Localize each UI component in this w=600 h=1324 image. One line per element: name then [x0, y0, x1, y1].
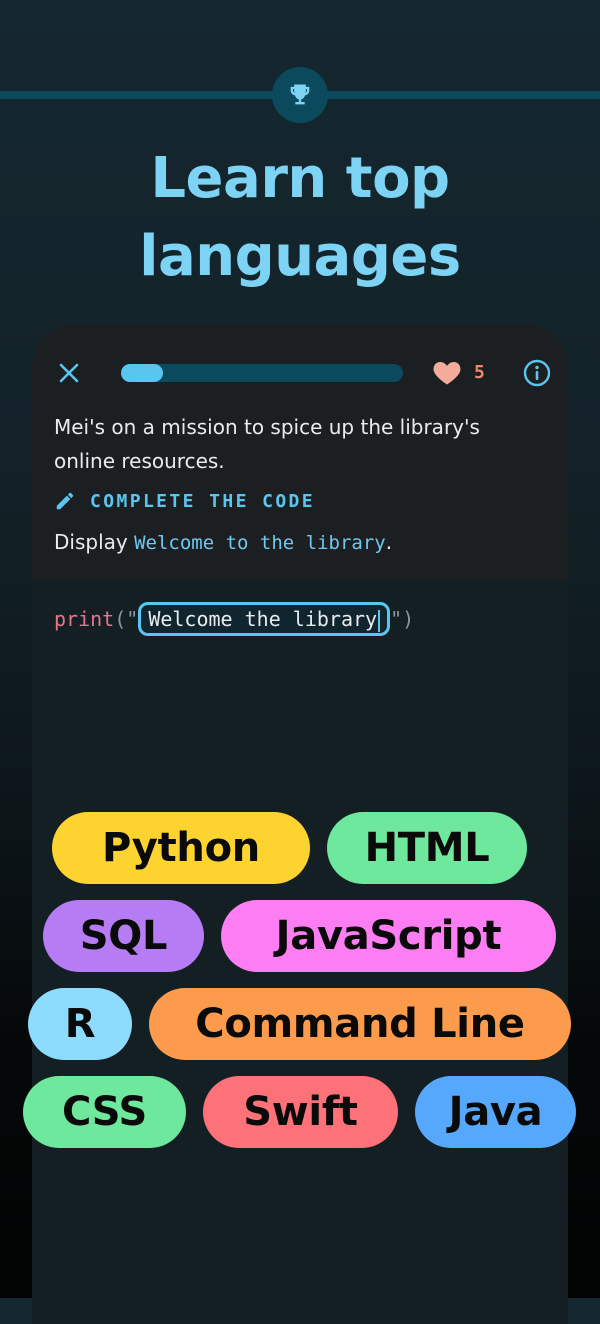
code-open-paren: (" [114, 607, 139, 631]
language-pill-label: Command Line [195, 1001, 525, 1047]
info-icon [523, 359, 551, 387]
lesson-panel: 5 Mei's on a mission to spice up the lib… [32, 324, 568, 580]
lesson-progress-fill [121, 364, 164, 382]
instruction-suffix: . [385, 530, 393, 554]
pencil-icon [56, 492, 74, 510]
language-pill-command-line[interactable]: Command Line [149, 988, 571, 1060]
language-pill-label: SQL [79, 913, 168, 959]
trophy-badge [272, 67, 328, 123]
lives-count: 5 [474, 362, 485, 383]
page-title: Learn top languages [0, 140, 600, 296]
trophy-icon [290, 84, 310, 105]
code-editor-line: print (" Welcome the library ") [54, 602, 414, 636]
task-label: COMPLETE THE CODE [90, 490, 316, 512]
language-pill-swift[interactable]: Swift [203, 1076, 398, 1148]
language-pill-python[interactable]: Python [52, 812, 310, 884]
language-pill-javascript[interactable]: JavaScript [221, 900, 556, 972]
language-pill-java[interactable]: Java [415, 1076, 576, 1148]
language-pill-label: CSS [61, 1089, 148, 1135]
language-pill-label: Java [448, 1089, 543, 1135]
task-header: COMPLETE THE CODE [54, 490, 315, 512]
language-pill-css[interactable]: CSS [23, 1076, 186, 1148]
code-function: print [54, 607, 115, 631]
text-caret [378, 609, 381, 632]
close-button[interactable] [54, 358, 84, 388]
language-pill-label: R [64, 1001, 96, 1047]
close-icon [59, 363, 79, 383]
code-input-value: Welcome the library [148, 607, 378, 631]
info-button[interactable] [522, 358, 552, 392]
task-instruction: Display Welcome to the library. [54, 526, 392, 559]
instruction-code: Welcome to the library [134, 532, 386, 554]
page-title-line2: languages [139, 224, 461, 289]
language-pill-label: HTML [364, 825, 490, 871]
language-pill-r[interactable]: R [28, 988, 132, 1060]
lesson-progress-bar [121, 364, 403, 382]
page-title-line1: Learn top [150, 146, 450, 211]
code-close-paren: ") [390, 607, 415, 631]
language-pill-html[interactable]: HTML [327, 812, 527, 884]
lesson-story-text: Mei's on a mission to spice up the libra… [54, 415, 480, 473]
language-pill-label: JavaScript [275, 913, 502, 959]
lives-heart [432, 358, 462, 390]
code-input-field[interactable]: Welcome the library [138, 602, 391, 636]
heart-icon [433, 362, 461, 385]
language-pill-sql[interactable]: SQL [43, 900, 204, 972]
instruction-prefix: Display [54, 530, 135, 554]
language-pill-label: Python [102, 825, 260, 871]
language-pill-label: Swift [243, 1089, 358, 1135]
